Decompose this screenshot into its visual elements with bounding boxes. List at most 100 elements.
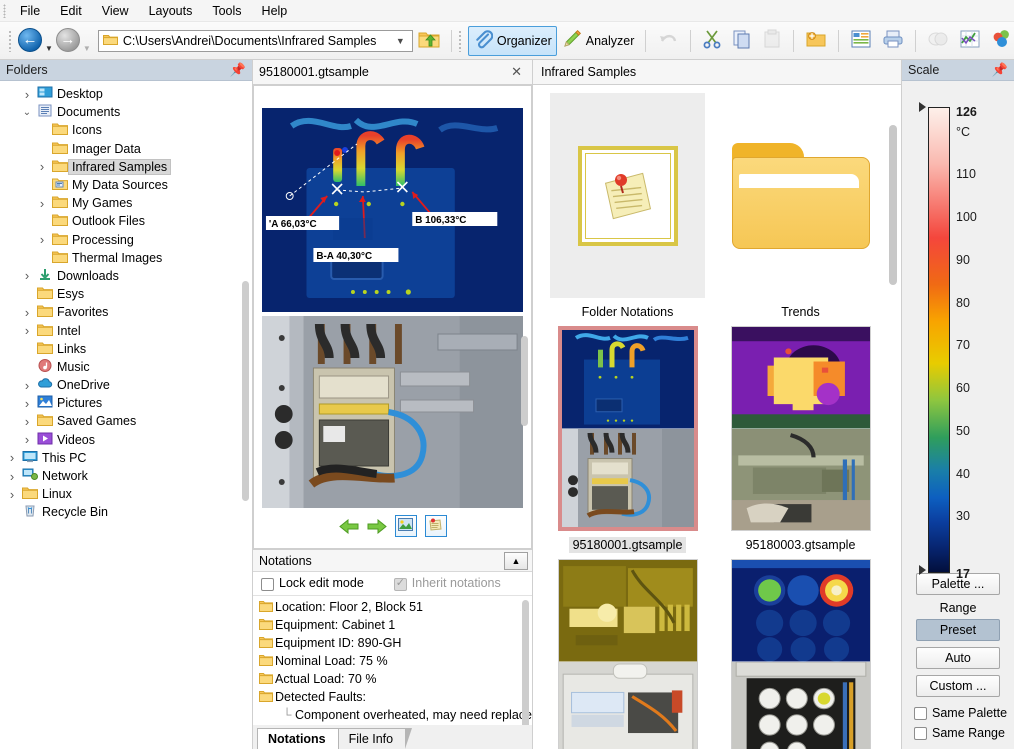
- tree-item-icons[interactable]: Icons: [0, 121, 252, 139]
- open-folder-button[interactable]: [800, 26, 832, 56]
- tree-item-network[interactable]: › Network: [0, 467, 252, 485]
- same-palette-checkbox[interactable]: [914, 706, 927, 720]
- chevron-down-icon[interactable]: ⌄: [19, 107, 35, 118]
- tree-item-documents[interactable]: ⌄ Documents: [0, 103, 252, 121]
- grid-item-95180001[interactable]: 95180001.gtsample: [541, 326, 714, 559]
- tree-item-linux[interactable]: › Linux: [0, 485, 252, 503]
- palette-bubbles-button[interactable]: [986, 26, 1014, 56]
- thumbnail-row3-left[interactable]: [557, 559, 698, 749]
- notation-row[interactable]: Nominal Load: 75 %: [257, 652, 532, 670]
- tree-item-my-games[interactable]: › My Games: [0, 194, 252, 212]
- folders-scroll-thumb[interactable]: [242, 281, 249, 501]
- chevron-right-icon[interactable]: ›: [19, 414, 35, 429]
- notation-row[interactable]: Actual Load: 70 %: [257, 670, 532, 688]
- grid-item-row3-left[interactable]: [541, 559, 714, 749]
- tree-item-processing[interactable]: › Processing: [0, 231, 252, 249]
- tree-item-intel[interactable]: › Intel: [0, 321, 252, 339]
- menu-layouts[interactable]: Layouts: [139, 2, 203, 20]
- tree-item-pictures[interactable]: › Pictures: [0, 394, 252, 412]
- tab-file-info[interactable]: File Info: [337, 728, 413, 749]
- range-custom-button[interactable]: Custom ...: [916, 675, 1000, 697]
- same-range-option[interactable]: Same Range: [902, 723, 1014, 743]
- menu-edit[interactable]: Edit: [50, 2, 92, 20]
- range-auto-button[interactable]: Auto: [916, 647, 1000, 669]
- next-arrow-icon[interactable]: [367, 516, 387, 536]
- pin-icon[interactable]: 📌: [992, 62, 1008, 78]
- menu-view[interactable]: View: [92, 2, 139, 20]
- tree-item-music[interactable]: Music: [0, 358, 252, 376]
- tree-item-videos[interactable]: › Videos: [0, 431, 252, 449]
- tree-item-thermal-images[interactable]: Thermal Images: [0, 249, 252, 267]
- tree-item-saved-games[interactable]: › Saved Games: [0, 412, 252, 430]
- scale-max-marker-icon[interactable]: [919, 102, 926, 112]
- collapse-up-icon[interactable]: ▲: [504, 551, 528, 570]
- notations-scrollbar[interactable]: [522, 600, 529, 725]
- lock-edit-mode-checkbox[interactable]: [261, 577, 274, 591]
- thumbnail-95180001[interactable]: [557, 326, 698, 531]
- notation-row[interactable]: └ Component overheated, may need replace: [257, 706, 532, 724]
- notes-view-button[interactable]: [424, 515, 447, 537]
- notation-row[interactable]: Location: Floor 2, Block 51: [257, 598, 532, 616]
- chevron-right-icon[interactable]: ›: [4, 469, 20, 484]
- scale-min-marker-icon[interactable]: [919, 565, 926, 575]
- prev-arrow-icon[interactable]: [338, 516, 359, 536]
- notation-row[interactable]: Detected Faults:: [257, 688, 532, 706]
- tab-notations[interactable]: Notations: [257, 728, 345, 749]
- chevron-right-icon[interactable]: ›: [19, 323, 35, 338]
- grid-item-95180003[interactable]: 95180003.gtsample: [714, 326, 887, 559]
- tree-item-my-data-sources[interactable]: My Data Sources: [0, 176, 252, 194]
- menu-help[interactable]: Help: [252, 2, 298, 20]
- content-scrollbar[interactable]: [889, 125, 897, 285]
- menu-tools[interactable]: Tools: [202, 2, 251, 20]
- tree-item-this-pc[interactable]: › This PC: [0, 449, 252, 467]
- cut-button[interactable]: [697, 26, 727, 56]
- thumbnail-row3-right[interactable]: [730, 559, 871, 749]
- infrared-preview-image[interactable]: 'A 66,03°C B-A 40,30°C B 106,33°C: [262, 108, 523, 312]
- menu-file[interactable]: File: [10, 2, 50, 20]
- back-button[interactable]: ←: [18, 27, 44, 54]
- pin-icon[interactable]: 📌: [230, 62, 246, 78]
- tree-item-onedrive[interactable]: › OneDrive: [0, 376, 252, 394]
- trend-chart-button[interactable]: [954, 26, 986, 56]
- chevron-right-icon[interactable]: ›: [19, 378, 35, 393]
- grid-item-folder-notations[interactable]: Folder Notations: [541, 93, 714, 326]
- forward-button[interactable]: →: [55, 27, 82, 54]
- address-dropdown-icon[interactable]: ▼: [393, 36, 408, 46]
- chevron-right-icon[interactable]: ›: [34, 159, 50, 174]
- chevron-right-icon[interactable]: ›: [19, 396, 35, 411]
- thumbnail-95180003[interactable]: [730, 326, 871, 531]
- notation-row[interactable]: Equipment ID: 890-GH: [257, 634, 532, 652]
- print-button[interactable]: [877, 26, 909, 56]
- tree-item-favorites[interactable]: › Favorites: [0, 303, 252, 321]
- copy-button[interactable]: [727, 26, 757, 56]
- lock-edit-mode-option[interactable]: Lock edit mode: [261, 576, 364, 591]
- tree-item-downloads[interactable]: › Downloads: [0, 267, 252, 285]
- tree-item-imager-data[interactable]: Imager Data: [0, 140, 252, 158]
- tree-item-infrared-samples[interactable]: › Infrared Samples: [0, 158, 252, 176]
- close-icon[interactable]: ✕: [507, 64, 526, 80]
- chevron-right-icon[interactable]: ›: [19, 305, 35, 320]
- chevron-right-icon[interactable]: ›: [4, 487, 20, 502]
- address-bar[interactable]: C:\Users\Andrei\Documents\Infrared Sampl…: [97, 29, 413, 52]
- tree-item-esys[interactable]: Esys: [0, 285, 252, 303]
- visible-preview-image[interactable]: [262, 316, 523, 508]
- preview-tab-header[interactable]: 95180001.gtsample ✕: [253, 60, 532, 85]
- same-palette-option[interactable]: Same Palette: [902, 703, 1014, 723]
- grid-item-row3-right[interactable]: [714, 559, 887, 749]
- organizer-button[interactable]: Organizer: [467, 25, 557, 56]
- preview-scrollbar[interactable]: [521, 336, 528, 426]
- chevron-right-icon[interactable]: ›: [4, 450, 20, 465]
- tree-item-links[interactable]: Links: [0, 340, 252, 358]
- temperature-color-bar[interactable]: [928, 107, 950, 573]
- chevron-right-icon[interactable]: ›: [34, 196, 50, 211]
- image-view-button[interactable]: [394, 515, 417, 537]
- analyzer-button[interactable]: Analyzer: [557, 26, 640, 56]
- tree-item-outlook-files[interactable]: Outlook Files: [0, 212, 252, 230]
- range-preset-button[interactable]: Preset: [916, 619, 1000, 641]
- chevron-right-icon[interactable]: ›: [19, 87, 35, 102]
- back-history-caret-icon[interactable]: ▼: [45, 44, 53, 59]
- report-button[interactable]: [845, 26, 877, 56]
- grid-item-trends[interactable]: Trends: [714, 93, 887, 326]
- up-folder-button[interactable]: [413, 26, 445, 56]
- chevron-right-icon[interactable]: ›: [19, 432, 35, 447]
